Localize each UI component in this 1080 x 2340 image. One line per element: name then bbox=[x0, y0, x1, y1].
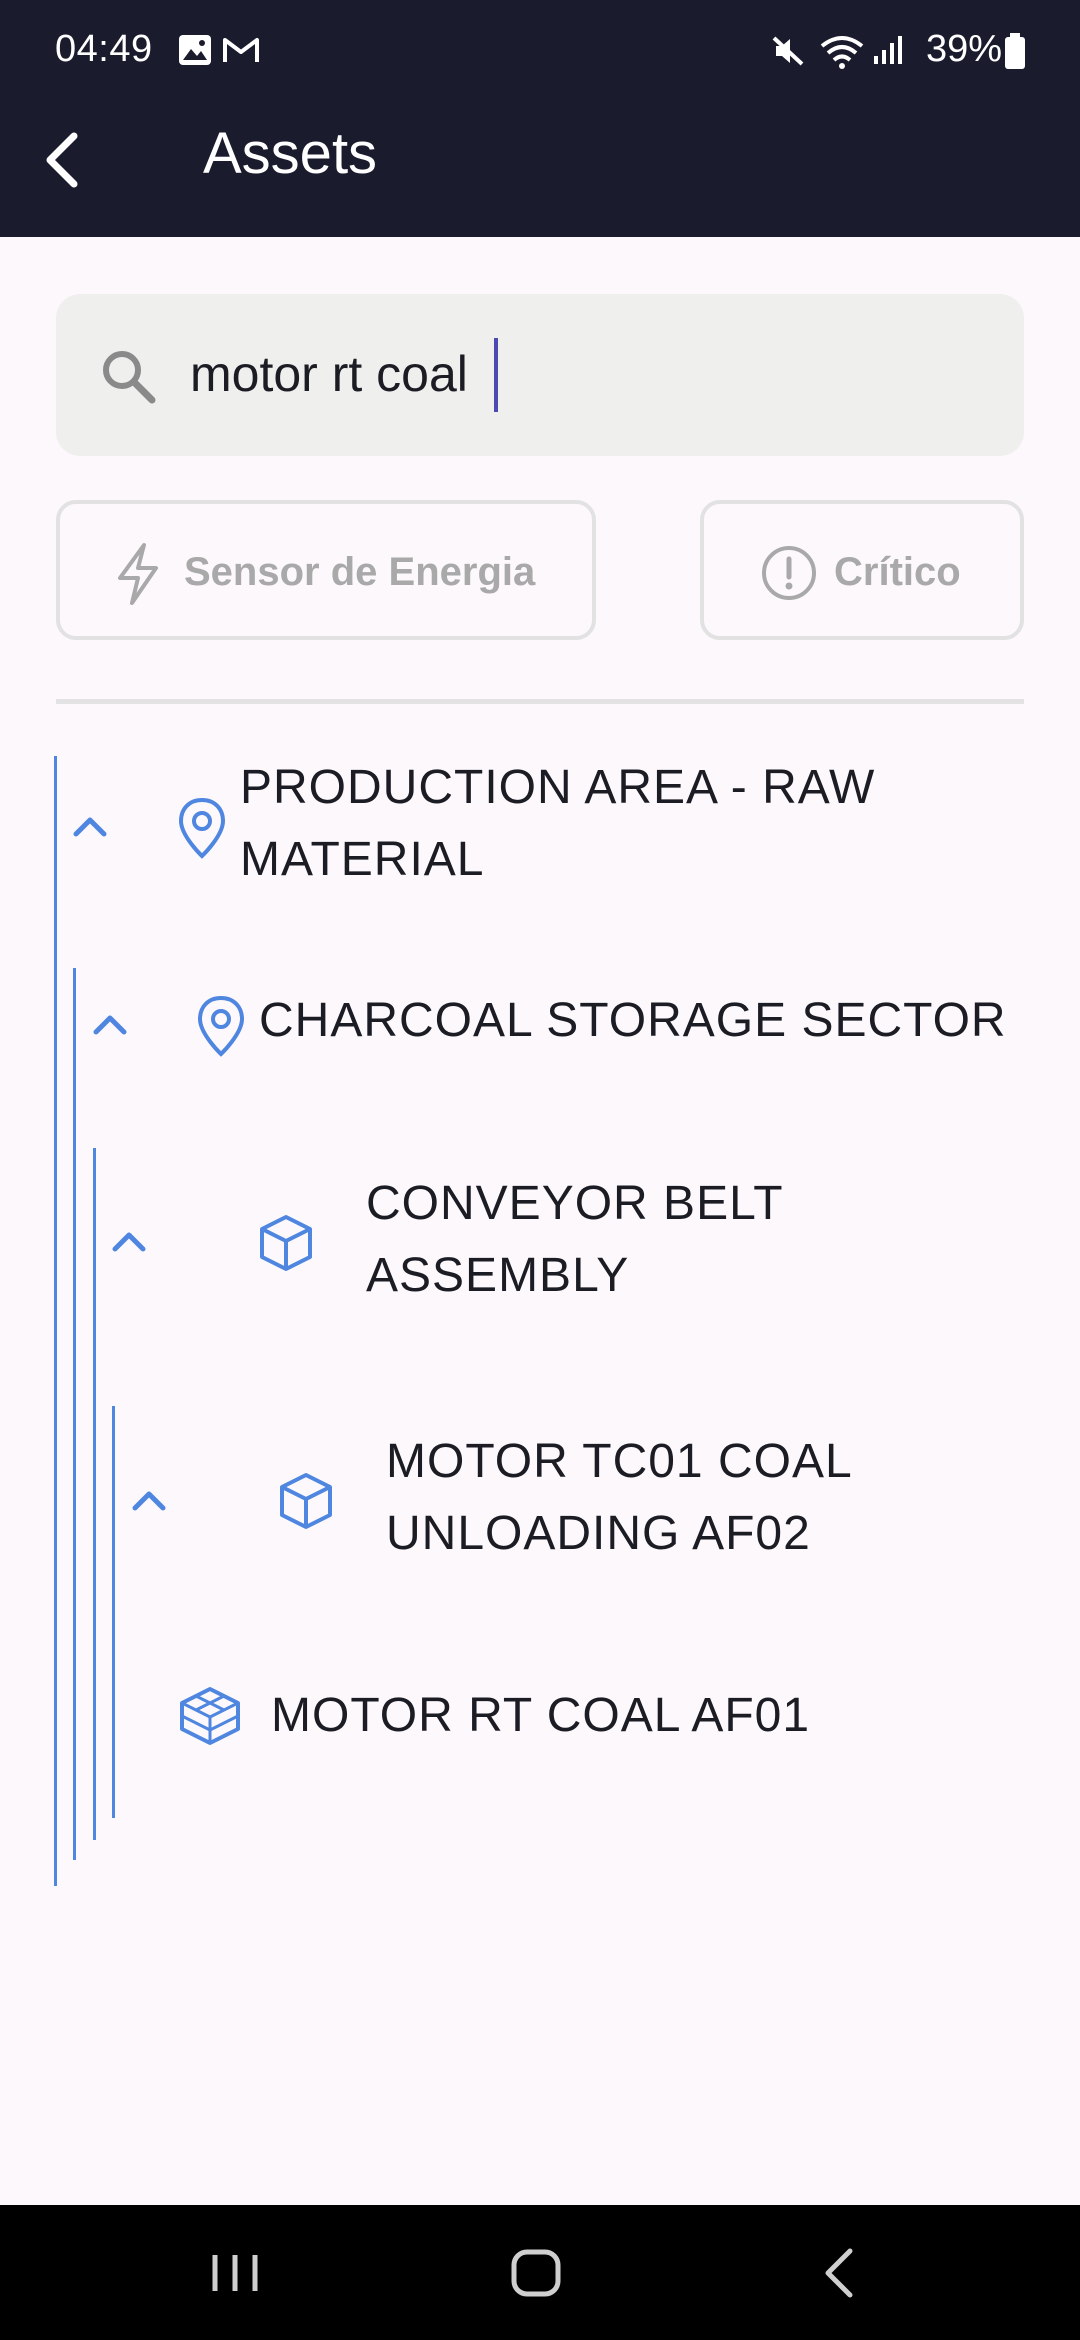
location-pin-icon bbox=[178, 797, 226, 859]
tree-node-label: PRODUCTION AREA - RAW MATERIAL bbox=[240, 761, 876, 886]
chevron-up-icon[interactable] bbox=[88, 1008, 132, 1038]
cube-icon bbox=[280, 1473, 332, 1529]
wifi-icon bbox=[820, 36, 864, 69]
tree-node-label: MOTOR TC01 COAL UNLOADING AF02 bbox=[386, 1435, 851, 1560]
chevron-up-icon[interactable] bbox=[107, 1225, 151, 1255]
lightning-bolt-icon bbox=[118, 543, 158, 605]
gallery-icon bbox=[179, 35, 211, 65]
recent-apps-icon[interactable] bbox=[155, 2205, 315, 2340]
search-field[interactable] bbox=[56, 294, 1024, 456]
energy-sensor-filter-button[interactable]: Sensor de Energia bbox=[56, 500, 596, 640]
back-arrow-icon[interactable] bbox=[36, 124, 96, 194]
critical-filter-label: Crítico bbox=[834, 550, 961, 594]
search-icon bbox=[103, 351, 156, 404]
cube-icon bbox=[260, 1215, 312, 1271]
alert-circle-icon bbox=[762, 546, 816, 600]
battery-icon bbox=[1005, 33, 1025, 69]
app-root: 04:49 39% Assets motor rt coal Sensor de… bbox=[0, 0, 1080, 2340]
top-bar: 04:49 39% Assets bbox=[0, 0, 1080, 237]
system-navigation-bar bbox=[0, 2205, 1080, 2340]
chevron-up-icon[interactable] bbox=[127, 1484, 171, 1514]
tree-guide-line bbox=[112, 1406, 115, 1818]
page-title: Assets bbox=[203, 121, 378, 186]
battery-percentage: 39% bbox=[925, 28, 1002, 70]
tree-guide-line bbox=[73, 968, 76, 1860]
tree-node-label: CHARCOAL STORAGE SECTOR bbox=[259, 994, 1007, 1047]
tree-guide-line bbox=[93, 1148, 96, 1840]
search-input[interactable] bbox=[190, 334, 990, 414]
location-pin-icon bbox=[197, 995, 245, 1057]
component-icon bbox=[180, 1687, 240, 1745]
tree-guide-line bbox=[54, 756, 57, 1886]
gmail-icon bbox=[223, 38, 259, 62]
back-icon[interactable] bbox=[760, 2205, 920, 2340]
home-icon[interactable] bbox=[456, 2205, 616, 2340]
tree-node-label: MOTOR RT COAL AF01 bbox=[271, 1689, 811, 1742]
energy-sensor-filter-label: Sensor de Energia bbox=[184, 550, 536, 594]
status-bar: 04:49 39% bbox=[0, 0, 1080, 100]
tree-node-label: CONVEYOR BELT ASSEMBLY bbox=[366, 1177, 783, 1302]
signal-icon bbox=[874, 36, 902, 64]
divider bbox=[56, 699, 1024, 704]
chevron-up-icon[interactable] bbox=[68, 810, 112, 840]
critical-filter-button[interactable]: Crítico bbox=[700, 500, 1024, 640]
text-cursor bbox=[494, 338, 498, 412]
status-time: 04:49 bbox=[55, 28, 153, 70]
mute-icon bbox=[772, 36, 804, 66]
